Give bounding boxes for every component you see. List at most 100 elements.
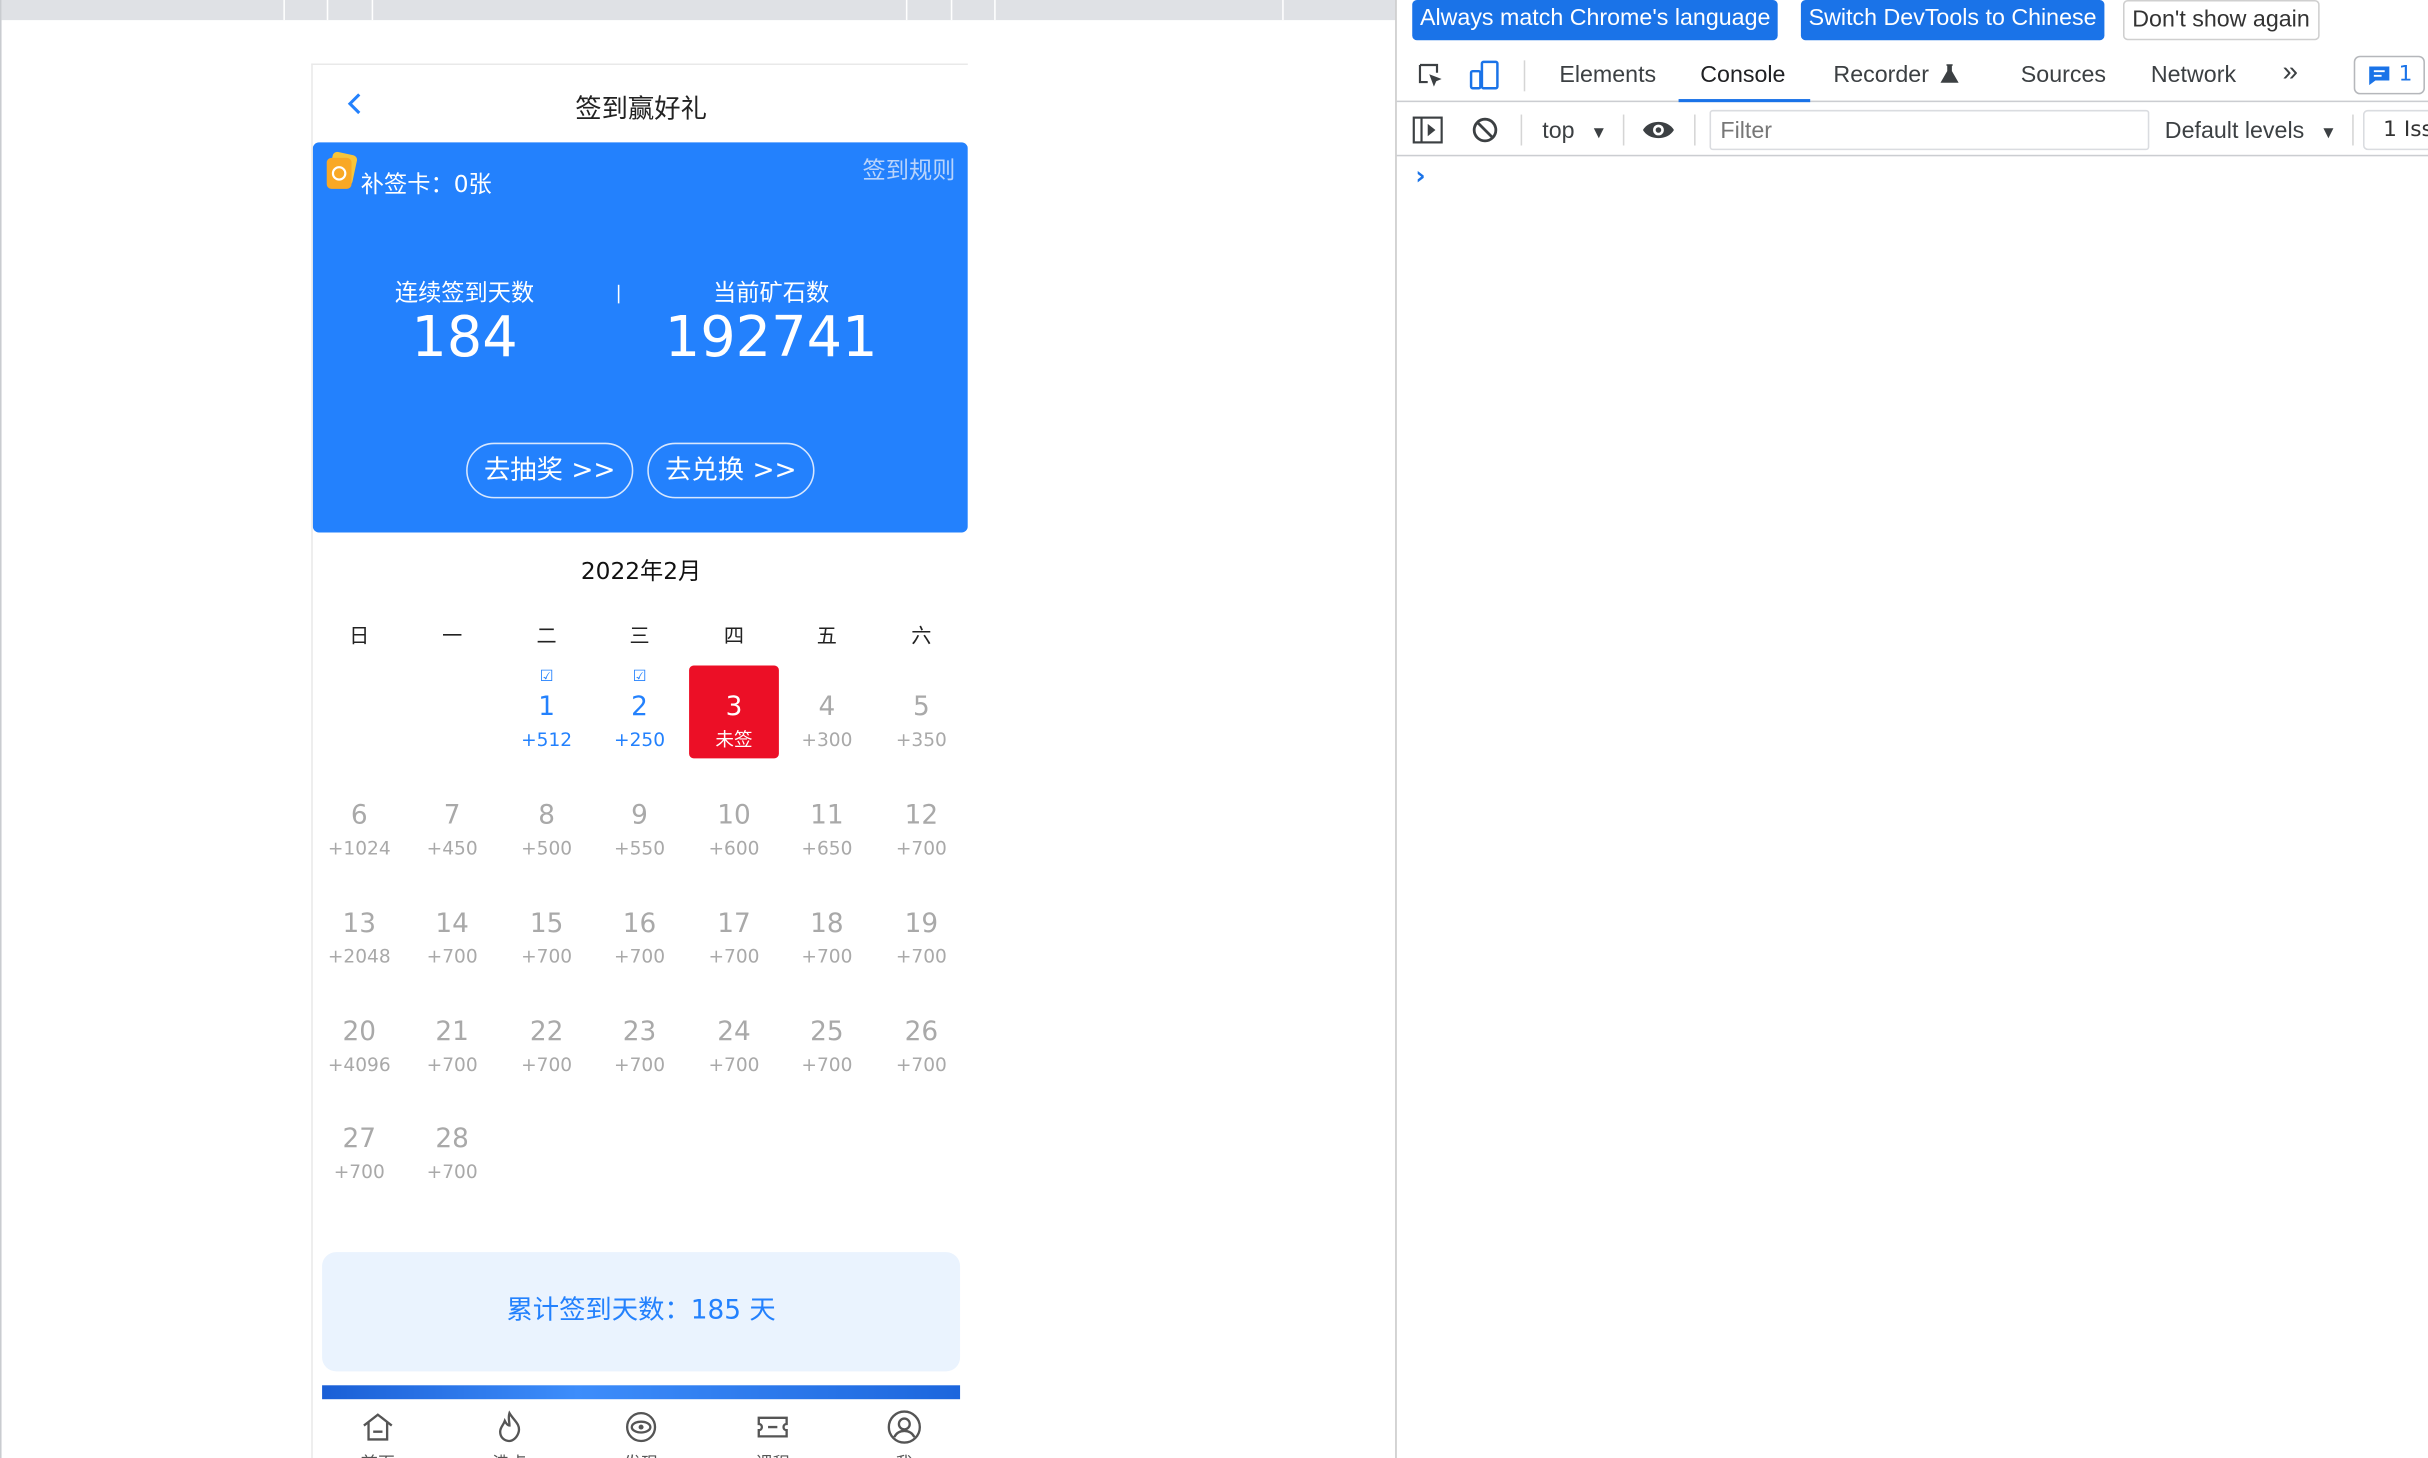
tab-network[interactable]: Network bbox=[2151, 62, 2236, 88]
device-toolbar-icon[interactable] bbox=[1468, 59, 1502, 93]
calendar-day[interactable]: 24 +700 bbox=[689, 991, 779, 1084]
calendar-month: 2022年2月 bbox=[580, 557, 702, 586]
weekday-header: 一 bbox=[442, 625, 463, 649]
dropdown-arrow-icon: ▼ bbox=[1590, 123, 1608, 143]
calendar-day[interactable]: 10 +600 bbox=[689, 774, 779, 867]
filter-field[interactable] bbox=[1711, 111, 2148, 149]
issues-counter[interactable]: 1 Issue bbox=[2363, 109, 2428, 151]
calendar-day-today[interactable]: 3 未签 bbox=[689, 665, 779, 759]
calendar-day[interactable]: 20 +4096 bbox=[314, 991, 404, 1084]
calendar-day[interactable]: 5 +350 bbox=[876, 666, 966, 759]
browser-viewport: 签到赢好礼 补签卡：0张 签到规则 连续签到天数 184 当前矿石数 19274… bbox=[0, 0, 1397, 1458]
day-number: 10 bbox=[717, 800, 751, 832]
day-points: +700 bbox=[333, 1160, 385, 1183]
day-points: +700 bbox=[426, 1160, 478, 1183]
log-levels-select[interactable]: Default levels ▼ bbox=[2165, 118, 2337, 144]
calendar-day[interactable]: 6 +1024 bbox=[314, 774, 404, 867]
calendar-day[interactable]: 23 +700 bbox=[595, 991, 685, 1084]
context-select[interactable]: top ▼ bbox=[1542, 118, 1607, 144]
weekday-header: 五 bbox=[816, 625, 837, 649]
calendar-day[interactable]: 14 +700 bbox=[407, 882, 497, 975]
calendar-day[interactable]: ☑ 1 +512 bbox=[502, 666, 592, 759]
day-number: 17 bbox=[717, 908, 751, 940]
home-icon bbox=[363, 1413, 393, 1441]
calendar-day[interactable]: 8 +500 bbox=[502, 774, 592, 867]
calendar-day[interactable]: 25 +700 bbox=[782, 991, 872, 1084]
tab-sources[interactable]: Sources bbox=[2021, 62, 2106, 88]
promo-banner[interactable] bbox=[322, 1385, 961, 1400]
calendar-day[interactable]: 17 +700 bbox=[689, 882, 779, 975]
day-points: +600 bbox=[708, 837, 760, 860]
console-toolbar: top ▼ Default levels ▼ 1 Issue bbox=[1396, 104, 2428, 157]
ore-value: 192741 bbox=[664, 306, 878, 370]
ore-stat: 当前矿石数 192741 bbox=[653, 276, 888, 370]
inspect-element-icon[interactable] bbox=[1415, 60, 1446, 91]
tab-home[interactable]: 首页 bbox=[313, 1408, 443, 1458]
calendar-day[interactable]: 9 +550 bbox=[595, 774, 685, 867]
calendar-day[interactable]: 22 +700 bbox=[502, 991, 592, 1084]
devtools-tab-strip: Elements Console Recorder Sources Networ… bbox=[1396, 48, 2428, 103]
day-points: +650 bbox=[801, 837, 853, 860]
day-points: +350 bbox=[895, 729, 947, 751]
calendar-day[interactable]: 7 +450 bbox=[407, 774, 497, 867]
calendar-day[interactable]: 13 +2048 bbox=[314, 882, 404, 975]
calendar-day[interactable]: 21 +700 bbox=[407, 991, 497, 1084]
calendar-day[interactable]: ☑ 2 +250 bbox=[595, 666, 685, 759]
tab-hot[interactable]: 沸点 bbox=[444, 1408, 574, 1458]
eye-icon[interactable] bbox=[1641, 116, 1675, 144]
sidebar-toggle-icon[interactable] bbox=[1412, 116, 1443, 144]
day-number: 15 bbox=[529, 908, 564, 940]
match-language-button[interactable]: Always match Chrome's language bbox=[1412, 0, 1779, 41]
dont-show-again-button[interactable]: Don't show again bbox=[2122, 0, 2320, 41]
console-filter-input[interactable] bbox=[1709, 109, 2150, 151]
calendar-day[interactable]: 28 +700 bbox=[407, 1097, 497, 1190]
tab-me[interactable]: 我 bbox=[839, 1408, 968, 1458]
day-points: +700 bbox=[801, 945, 853, 968]
day-number: 13 bbox=[342, 908, 376, 940]
day-number: 11 bbox=[810, 800, 844, 832]
rules-link[interactable]: 签到规则 bbox=[862, 153, 955, 186]
day-number: 8 bbox=[538, 800, 555, 832]
weekday-header: 四 bbox=[723, 625, 745, 649]
day-number: 21 bbox=[435, 1016, 469, 1048]
tab-console[interactable]: Console bbox=[1700, 62, 1785, 88]
calendar-day[interactable]: 4 +300 bbox=[782, 666, 872, 759]
lottery-button[interactable]: 去抽奖 >> bbox=[466, 442, 634, 499]
tab-elements[interactable]: Elements bbox=[1559, 62, 1656, 88]
eye-icon bbox=[625, 1411, 657, 1443]
message-icon bbox=[2369, 66, 2390, 86]
more-tabs-icon[interactable]: » bbox=[2282, 56, 2298, 89]
day-number: 22 bbox=[529, 1016, 564, 1048]
day-number: 20 bbox=[342, 1016, 376, 1048]
issues-badge[interactable]: 1 bbox=[2353, 55, 2425, 95]
stat-divider bbox=[617, 284, 620, 304]
page-title: 签到赢好礼 bbox=[575, 94, 707, 126]
day-number: 9 bbox=[631, 800, 648, 832]
day-points: +512 bbox=[521, 729, 573, 751]
streak-label: 连续签到天数 bbox=[394, 278, 535, 307]
day-points: +700 bbox=[801, 1054, 853, 1076]
calendar-day[interactable]: 15 +700 bbox=[502, 882, 592, 975]
calendar-day[interactable]: 19 +700 bbox=[876, 882, 966, 975]
tab-courses[interactable]: 课程 bbox=[708, 1408, 838, 1458]
day-number: 4 bbox=[818, 691, 836, 723]
tab-recorder[interactable]: Recorder bbox=[1833, 62, 1929, 88]
day-points: +700 bbox=[521, 945, 573, 968]
day-points: +550 bbox=[614, 837, 666, 860]
switch-chinese-button[interactable]: Switch DevTools to Chinese bbox=[1800, 0, 2105, 41]
calendar-day[interactable]: 27 +700 bbox=[314, 1097, 404, 1190]
day-points: +2048 bbox=[327, 945, 391, 968]
tab-discover[interactable]: 发现 bbox=[576, 1408, 706, 1458]
calendar-day[interactable]: 16 +700 bbox=[595, 882, 685, 975]
day-points: +700 bbox=[426, 1054, 478, 1076]
calendar-day[interactable]: 11 +650 bbox=[782, 774, 872, 867]
calendar-day[interactable]: 12 +700 bbox=[876, 774, 966, 867]
calendar-day[interactable]: 26 +700 bbox=[876, 991, 966, 1084]
console-prompt[interactable]: › bbox=[1415, 161, 1425, 190]
streak-stat: 连续签到天数 184 bbox=[375, 276, 555, 370]
calendar-day[interactable]: 18 +700 bbox=[782, 882, 872, 975]
exchange-button[interactable]: 去兑换 >> bbox=[647, 442, 815, 499]
day-points: +4096 bbox=[327, 1054, 391, 1076]
clear-console-icon[interactable] bbox=[1471, 116, 1499, 144]
day-points: +700 bbox=[614, 1054, 666, 1076]
